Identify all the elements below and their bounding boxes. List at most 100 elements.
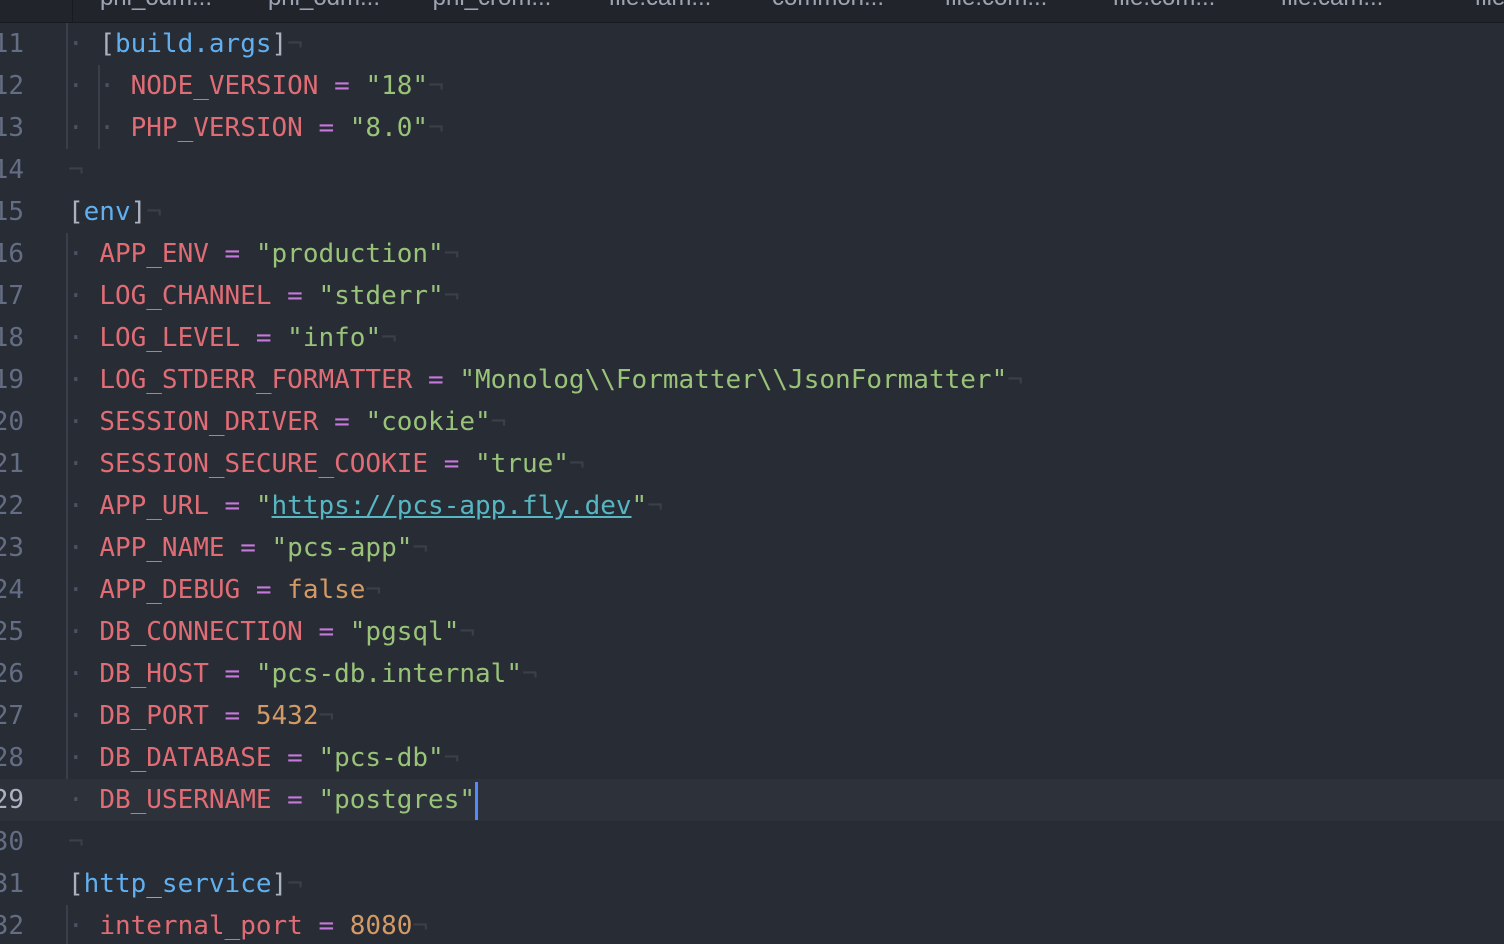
code-text: · LOG_STDERR_FORMATTER = "Monolog\\Forma… [68, 359, 1023, 401]
tab-title: file.com... [1080, 0, 1248, 10]
indent-marker: · [68, 701, 100, 731]
code-text: · internal_port = 8080¬ [68, 905, 428, 944]
code-line[interactable]: 15 [env]¬ [0, 191, 1504, 233]
code-line[interactable]: 19 · LOG_STDERR_FORMATTER = "Monolog\\For… [0, 359, 1504, 401]
code-line[interactable]: 20 · SESSION_DRIVER = "cookie"¬ [0, 401, 1504, 443]
code-line[interactable]: 11 · [build.args]¬ [0, 23, 1504, 65]
config-key: APP_URL [99, 491, 209, 521]
editor-tab[interactable]: phi_crom... [408, 0, 577, 22]
code-text: · DB_PORT = 5432¬ [68, 695, 334, 737]
string-value: "stderr" [318, 281, 444, 311]
line-number: 27 [0, 701, 24, 731]
config-key: LOG_STDERR_FORMATTER [99, 365, 413, 395]
config-key: SESSION_DRIVER [99, 407, 319, 437]
assign-operator: = [318, 71, 366, 101]
assign-operator: = [208, 701, 256, 731]
config-key: APP_DEBUG [99, 575, 241, 605]
line-number: 25 [0, 617, 24, 647]
editor-tab[interactable]: phi_odm... [72, 0, 241, 22]
code-line[interactable]: 24 · APP_DEBUG = false¬ [0, 569, 1504, 611]
editor-tab[interactable]: file.com... [1080, 0, 1249, 22]
assign-operator: = [271, 785, 319, 815]
line-number: 13 [0, 113, 24, 143]
code-text: ¬ [68, 821, 84, 863]
code-text: · [build.args]¬ [68, 23, 303, 65]
eol-marker: ¬ [412, 911, 429, 941]
line-number: 19 [0, 365, 24, 395]
code-text: · LOG_LEVEL = "info"¬ [68, 317, 397, 359]
config-key: APP_NAME [99, 533, 225, 563]
line-number: 32 [0, 911, 24, 941]
code-line[interactable]: 22 · APP_URL = "https://pcs-app.fly.dev"¬ [0, 485, 1504, 527]
url-link[interactable]: https://pcs-app.fly.dev [272, 491, 632, 521]
eol-marker: ¬ [68, 155, 84, 185]
assign-operator: = [208, 659, 256, 689]
code-line[interactable]: 21 · SESSION_SECURE_COOKIE = "true"¬ [0, 443, 1504, 485]
indent-marker: · [68, 491, 100, 521]
string-value: "true" [475, 449, 569, 479]
code-line[interactable]: 14 ¬ [0, 149, 1504, 191]
code-text: · DB_CONNECTION = "pgsql"¬ [68, 611, 475, 653]
code-line[interactable]: 16 · APP_ENV = "production"¬ [0, 233, 1504, 275]
indent-marker: · [68, 281, 100, 311]
tab-bar: phi_odm...phi_odm...phi_crom...file.cam.… [0, 0, 1504, 23]
eol-marker: ¬ [443, 743, 460, 773]
code-line[interactable]: 27 · DB_PORT = 5432¬ [0, 695, 1504, 737]
string-value: "pcs-db.internal" [255, 659, 522, 689]
code-line[interactable]: 30 ¬ [0, 821, 1504, 863]
editor-tab[interactable]: file.cam... [1248, 0, 1417, 22]
boolean-value: false [287, 575, 366, 605]
line-number: 12 [0, 71, 24, 101]
config-key: internal_port [99, 911, 303, 941]
string-value: "pcs-db" [318, 743, 444, 773]
eol-marker: ¬ [381, 323, 397, 353]
editor-tab[interactable]: common... [744, 0, 913, 22]
eol-marker: ¬ [459, 617, 476, 647]
string-value: "info" [287, 323, 382, 353]
code-text: · APP_DEBUG = false¬ [68, 569, 381, 611]
string-value: "production" [255, 239, 444, 269]
config-key: NODE_VERSION [130, 71, 319, 101]
editor-tab[interactable]: file... [1416, 0, 1504, 22]
code-line[interactable]: 25 · DB_CONNECTION = "pgsql"¬ [0, 611, 1504, 653]
indent-marker: · [68, 659, 100, 689]
line-number: 17 [0, 281, 24, 311]
code-text: · APP_ENV = "production"¬ [68, 233, 459, 275]
eol-marker: ¬ [443, 281, 460, 311]
code-line[interactable]: 12 · · NODE_VERSION = "18"¬ [0, 65, 1504, 107]
code-line[interactable]: 18 · LOG_LEVEL = "info"¬ [0, 317, 1504, 359]
assign-operator: = [302, 911, 350, 941]
config-key: PHP_VERSION [130, 113, 303, 143]
assign-operator: = [302, 617, 350, 647]
code-line[interactable]: 29 · DB_USERNAME = "postgres" [0, 779, 1504, 821]
string-value: "pgsql" [349, 617, 460, 647]
code-line[interactable]: 32 · internal_port = 8080¬ [0, 905, 1504, 944]
code-line[interactable]: 31 [http_service]¬ [0, 863, 1504, 905]
editor-tab[interactable]: file.com... [912, 0, 1081, 22]
tab-title: file... [1416, 0, 1504, 10]
config-key: SESSION_SECURE_COOKIE [99, 449, 429, 479]
editor-tab[interactable]: file.cam... [576, 0, 745, 22]
editor-tab[interactable] [0, 0, 73, 22]
code-line[interactable]: 28 · DB_DATABASE = "pcs-db"¬ [0, 737, 1504, 779]
indent-marker: · [68, 617, 100, 647]
tab-title: file.com... [912, 0, 1080, 10]
editor-tab[interactable]: phi_odm... [240, 0, 409, 22]
line-number: 23 [0, 533, 24, 563]
eol-marker: ¬ [287, 869, 303, 899]
line-number: 22 [0, 491, 24, 521]
section-bracket: ] [271, 29, 288, 59]
section-bracket: ] [130, 197, 147, 227]
tab-title: phi_odm... [72, 0, 240, 10]
code-editor[interactable]: 11 · [build.args]¬ 12 · · NODE_VERSION = "1… [0, 23, 1504, 944]
eol-marker: ¬ [68, 827, 84, 857]
section-name: env [83, 197, 131, 227]
code-line[interactable]: 17 · LOG_CHANNEL = "stderr"¬ [0, 275, 1504, 317]
code-line[interactable]: 13 · · PHP_VERSION = "8.0"¬ [0, 107, 1504, 149]
tab-title: file.cam... [576, 0, 744, 10]
code-line[interactable]: 26 · DB_HOST = "pcs-db.internal"¬ [0, 653, 1504, 695]
string-value: " [631, 491, 648, 521]
tab-title: common... [744, 0, 912, 10]
line-number: 16 [0, 239, 24, 269]
code-line[interactable]: 23 · APP_NAME = "pcs-app"¬ [0, 527, 1504, 569]
